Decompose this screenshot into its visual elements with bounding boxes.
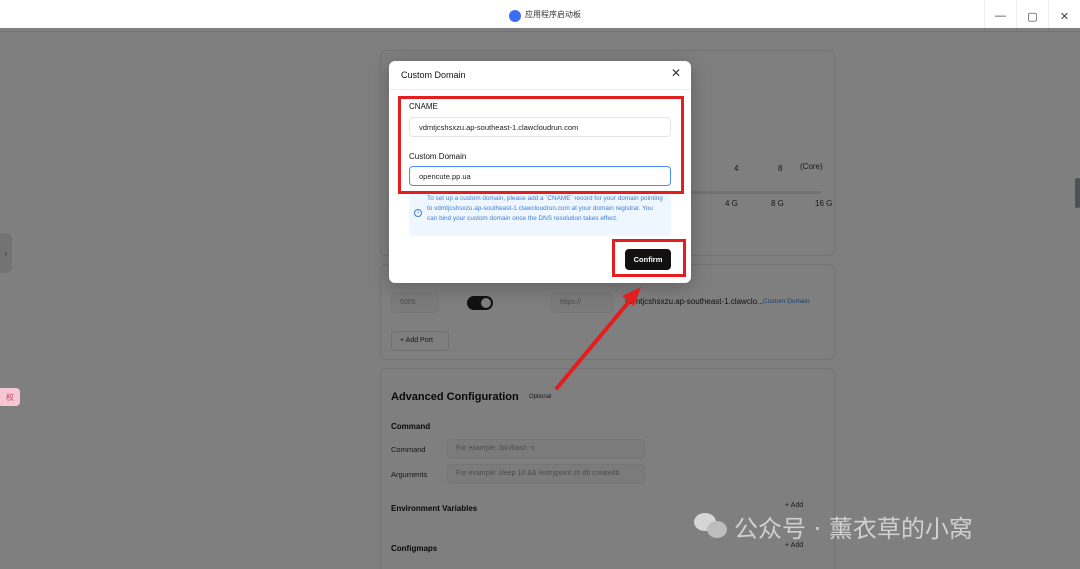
app-rocket-icon (509, 10, 521, 22)
annotation-fields-box (398, 96, 684, 194)
window-title: 应用程序启动板 (525, 10, 581, 19)
modal-divider (389, 89, 691, 90)
info-icon: i (414, 209, 422, 217)
wechat-watermark: 公众号 · 薰衣草的小窝 (694, 509, 973, 543)
watermark-text: 公众号 · 薰衣草的小窝 (734, 514, 973, 543)
wechat-icon (694, 511, 728, 541)
close-icon[interactable]: ✕ (671, 66, 681, 80)
modal-title: Custom Domain (401, 70, 466, 80)
dns-info-box: i To set up a custom domain, please add … (409, 194, 671, 236)
annotation-confirm-box (612, 239, 686, 277)
dns-info-text: To set up a custom domain, please add a … (427, 195, 663, 222)
floating-badge[interactable]: 权 (0, 388, 20, 406)
